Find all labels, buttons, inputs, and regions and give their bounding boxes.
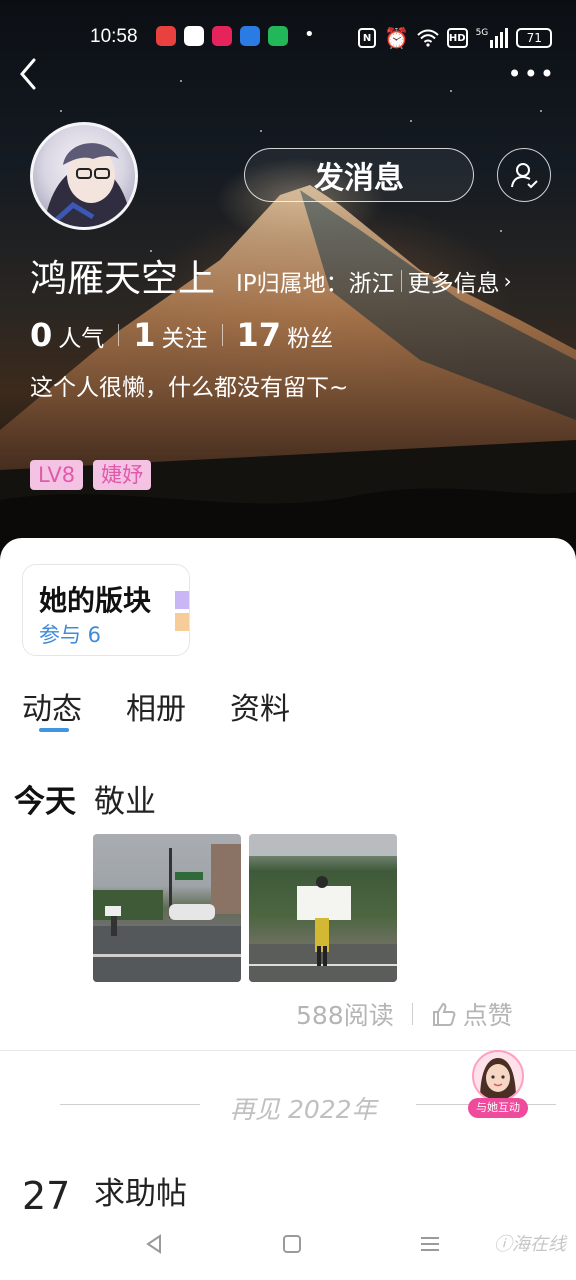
content-sheet: 她的版块 参与 6 动态 相册 资料 今天 敬业 588阅读 点赞 再见 202… [0,538,576,1280]
post-meta-row: 588阅读 点赞 [296,996,513,1032]
block-card-subtitle: 参与 6 [39,623,102,647]
avatar[interactable] [30,122,138,230]
tab-album[interactable]: 相册 [126,684,186,728]
cartoon-girl-icon [472,1050,524,1102]
post-day: 27 [22,1174,71,1218]
her-forums-card[interactable]: 她的版块 参与 6 [22,564,190,656]
block-card-title: 她的版块 [39,584,152,617]
tab-activity[interactable]: 动态 [22,684,82,732]
tab-profile-info[interactable]: 资料 [230,684,290,728]
system-icons: N ⏰ HD 5G 71 [358,26,553,50]
follow-button[interactable] [497,148,551,202]
alarm-icon: ⏰ [384,26,409,50]
popularity-count: 0 [30,316,53,354]
user-check-icon [511,163,538,189]
post-photo-2[interactable] [249,834,397,982]
followers-label[interactable]: 粉丝 [287,319,333,353]
more-options-icon[interactable]: ••• [508,60,556,88]
like-label[interactable]: 点赞 [463,996,513,1032]
system-nav-bar [0,1222,576,1280]
nav-back-icon[interactable] [142,1232,166,1256]
divider [411,1003,413,1025]
post-title[interactable]: 敬业 [94,776,156,821]
top-nav: ••• [0,52,576,96]
wechat-icon [184,26,204,46]
wifi-icon [417,29,439,47]
nfc-icon: N [358,28,376,48]
watermark: ⓘ海在线 [494,1234,566,1255]
signal-icon: 5G [476,28,509,48]
popularity-label: 人气 [58,326,105,352]
username: 鸿雁天空上 [30,257,215,300]
thumbs-up-icon[interactable] [431,1001,457,1027]
divider [221,324,223,346]
decor-stripe [175,591,189,609]
video-icon [212,26,232,46]
post-photo-1[interactable] [93,834,241,982]
badge-row: LV8 婕妤 [30,460,152,490]
post-date: 今天 [14,784,76,820]
ip-location-row: IP归属地：浙江 更多信息 › [236,264,512,298]
decor-stripe [175,613,189,631]
nav-menu-icon[interactable] [418,1232,442,1256]
followers-count[interactable]: 17 [237,316,282,354]
notification-icons [156,26,288,46]
interact-label: 与她互动 [468,1098,528,1118]
ip-location: IP归属地：浙江 [236,271,395,297]
chevron-right-icon: › [503,269,512,293]
chat-icon [268,26,288,46]
dot-icon: • [304,24,315,45]
profile-tabs: 动态 相册 资料 [22,684,290,732]
read-count: 588阅读 [296,1001,394,1030]
profile-stats: 0 人气 1 关注 17 粉丝 [30,316,333,354]
hd-icon: HD [446,28,468,48]
divider-line [60,1104,200,1105]
level-badge: LV8 [30,460,84,490]
status-bar: 10:58 • N ⏰ HD 5G 71 [0,18,576,54]
following-label[interactable]: 关注 [162,319,208,353]
photo-street-scene [93,844,241,982]
photo-protest-sign [249,834,397,982]
nav-home-icon[interactable] [280,1232,304,1256]
following-count[interactable]: 1 [133,316,155,354]
browser-icon [240,26,260,46]
status-time: 10:58 [90,26,138,47]
back-arrow-icon[interactable] [14,54,44,94]
app-icon-red [156,26,176,46]
more-info-link[interactable]: 更多信息 [408,264,500,298]
title-badge: 婕妤 [93,460,152,490]
post-title[interactable]: 求助帖 [94,1168,187,1213]
interact-with-her-button[interactable]: 与她互动 [468,1050,528,1120]
divider [400,270,402,292]
bio-text: 这个人很懒，什么都没有留下~ [30,375,349,401]
year-separator-text: 再见 2022年 [230,1095,377,1124]
battery-icon: 71 [516,28,553,48]
send-message-button[interactable]: 发消息 [244,148,474,202]
divider [118,324,120,346]
